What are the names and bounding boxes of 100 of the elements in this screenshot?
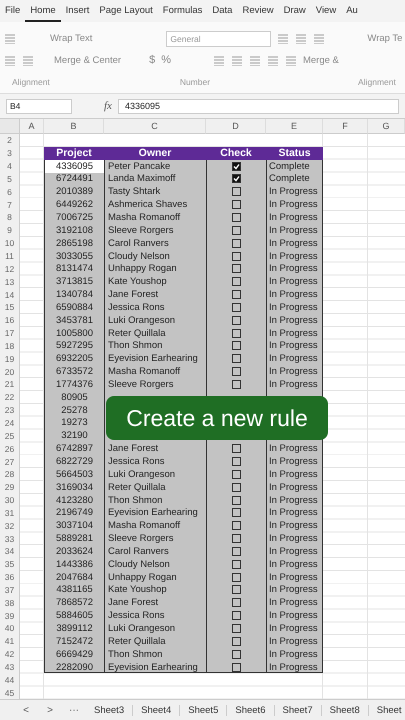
status-cell[interactable]: In Progress — [266, 250, 323, 262]
owner-cell[interactable]: Jessica Rons — [104, 455, 206, 468]
row-number[interactable]: 39 — [0, 609, 20, 622]
status-cell[interactable]: In Progress — [266, 352, 323, 366]
owner-cell[interactable]: Eyevision Earhearing — [104, 660, 206, 674]
status-cell[interactable]: In Progress — [266, 660, 323, 674]
project-cell[interactable]: 4123280 — [44, 494, 104, 506]
owner-cell[interactable]: Sleeve Rorgers — [104, 532, 206, 545]
project-cell[interactable]: 4336095 — [44, 160, 104, 173]
sheet-tab[interactable]: Sheet5 — [180, 705, 228, 716]
status-cell[interactable]: In Progress — [266, 211, 323, 224]
formula-field[interactable]: 4336095 — [118, 98, 399, 114]
owner-cell[interactable]: Tasty Shtark — [104, 185, 206, 198]
checkbox[interactable] — [232, 650, 241, 659]
owner-cell[interactable]: Jane Forest — [104, 442, 206, 456]
row-number[interactable]: 8 — [0, 211, 20, 224]
checkbox[interactable] — [232, 212, 241, 222]
owner-cell[interactable]: Cloudy Nelson — [104, 250, 206, 262]
owner-cell[interactable]: Luki Orangeson — [104, 622, 206, 635]
checkbox[interactable] — [232, 546, 241, 556]
sheet-nav-button[interactable]: > — [38, 705, 62, 716]
project-cell[interactable]: 32190 — [44, 429, 104, 442]
checkbox[interactable] — [232, 572, 241, 582]
project-cell[interactable]: 25278 — [44, 404, 104, 417]
project-cell[interactable]: 5664503 — [44, 468, 104, 481]
owner-cell[interactable]: Masha Romanoff — [104, 211, 206, 224]
row-number[interactable]: 42 — [0, 648, 20, 661]
status-cell[interactable]: In Progress — [266, 609, 323, 622]
owner-cell[interactable]: Masha Romanoff — [104, 365, 206, 378]
row-number[interactable]: 35 — [0, 558, 20, 571]
checkbox[interactable] — [232, 316, 241, 325]
checkbox[interactable] — [232, 226, 241, 235]
row-number[interactable]: 11 — [0, 250, 20, 262]
owner-cell[interactable]: Thon Shmon — [104, 340, 206, 352]
check-cell[interactable] — [206, 160, 266, 173]
owner-cell[interactable]: Kate Youshop — [104, 275, 206, 288]
owner-cell[interactable]: Carol Ranvers — [104, 545, 206, 558]
checkbox[interactable] — [232, 662, 241, 672]
checkbox[interactable] — [232, 508, 241, 518]
row-number[interactable]: 26 — [0, 442, 20, 456]
sheet-tab[interactable]: Sheet8 — [322, 705, 369, 716]
row-number[interactable]: 33 — [0, 532, 20, 545]
checkbox[interactable] — [232, 482, 241, 492]
menu-tab[interactable]: Page Layout — [94, 0, 158, 22]
status-cell[interactable]: In Progress — [266, 340, 323, 352]
project-cell[interactable]: 5927295 — [44, 340, 104, 352]
menu-tab[interactable]: File — [0, 0, 26, 22]
checkbox[interactable] — [232, 328, 241, 338]
checkbox[interactable] — [232, 277, 241, 286]
row-number[interactable]: 13 — [0, 275, 20, 288]
checkbox[interactable] — [232, 560, 241, 569]
menu-tab[interactable]: Insert — [60, 0, 94, 22]
checkbox[interactable] — [232, 174, 241, 184]
project-cell[interactable]: 7868572 — [44, 596, 104, 610]
row-number[interactable]: 28 — [0, 468, 20, 481]
owner-cell[interactable]: Reter Quillala — [104, 480, 206, 494]
row-number[interactable]: 9 — [0, 224, 20, 237]
checkbox[interactable] — [232, 290, 241, 300]
checkbox[interactable] — [232, 238, 241, 248]
sheet-tab[interactable]: Sheet — [368, 705, 405, 716]
checkbox[interactable] — [232, 252, 241, 261]
project-cell[interactable]: 5889281 — [44, 532, 104, 545]
column-letter[interactable]: F — [323, 119, 368, 134]
row-number[interactable]: 32 — [0, 519, 20, 532]
row-number[interactable]: 43 — [0, 660, 20, 674]
status-cell[interactable]: In Progress — [266, 648, 323, 661]
owner-cell[interactable]: Ashmerica Shaves — [104, 198, 206, 212]
align-bottom-icon[interactable] — [313, 33, 326, 44]
status-cell[interactable]: In Progress — [266, 378, 323, 391]
checkbox[interactable] — [232, 636, 241, 646]
row-number[interactable]: 29 — [0, 480, 20, 494]
checkbox[interactable] — [232, 457, 241, 466]
row-number[interactable]: 25 — [0, 429, 20, 442]
checkbox[interactable] — [232, 496, 241, 505]
checkbox[interactable] — [232, 444, 241, 454]
status-cell[interactable]: In Progress — [266, 442, 323, 456]
owner-cell[interactable]: Reter Quillala — [104, 326, 206, 340]
menu-tab[interactable]: Review — [237, 0, 279, 22]
checkbox[interactable] — [232, 341, 241, 350]
owner-cell[interactable]: Unhappy Rogan — [104, 262, 206, 276]
owner-cell[interactable]: Luki Orangeson — [104, 468, 206, 481]
status-cell[interactable]: In Progress — [266, 198, 323, 212]
checkbox[interactable] — [232, 162, 241, 171]
owner-cell[interactable]: Carol Ranvers — [104, 236, 206, 250]
checkbox[interactable] — [232, 187, 241, 196]
status-cell[interactable]: In Progress — [266, 596, 323, 610]
row-number[interactable]: 4 — [0, 160, 20, 173]
status-cell[interactable]: In Progress — [266, 468, 323, 481]
checkbox[interactable] — [232, 624, 241, 633]
project-cell[interactable]: 6742897 — [44, 442, 104, 456]
status-cell[interactable]: In Progress — [266, 494, 323, 506]
project-cell[interactable]: 3713815 — [44, 275, 104, 288]
project-cell[interactable]: 3899112 — [44, 622, 104, 635]
owner-cell[interactable]: Kate Youshop — [104, 584, 206, 596]
status-cell[interactable]: In Progress — [266, 262, 323, 276]
align-top-icon[interactable] — [277, 33, 290, 44]
row-number[interactable]: 44 — [0, 673, 20, 686]
row-number[interactable]: 14 — [0, 288, 20, 301]
owner-cell[interactable]: Sleeve Rorgers — [104, 224, 206, 237]
row-number[interactable]: 19 — [0, 352, 20, 366]
